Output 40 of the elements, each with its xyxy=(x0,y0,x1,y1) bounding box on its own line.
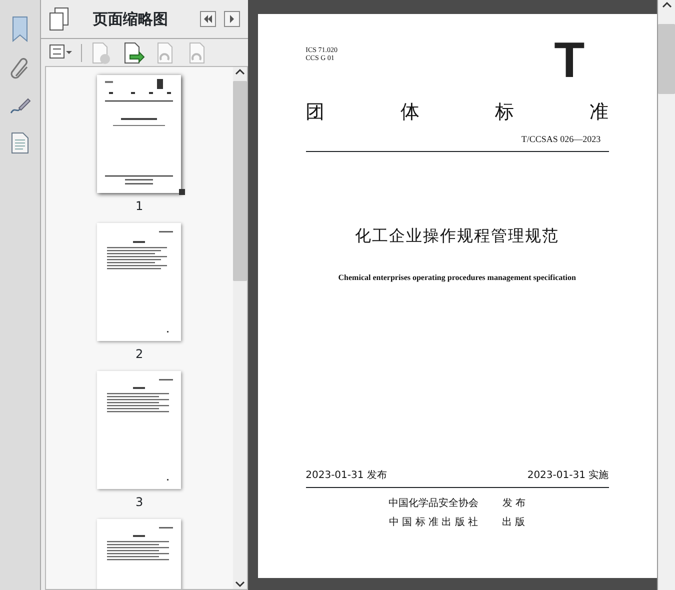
page-number-label: 2 xyxy=(135,346,144,364)
signature-pen-icon[interactable] xyxy=(8,96,31,116)
insert-page-button[interactable] xyxy=(122,40,146,65)
heading-character: 体 xyxy=(400,100,420,125)
scroll-down-icon[interactable] xyxy=(234,579,245,590)
publisher-action: 出 版 xyxy=(502,516,526,530)
scrollbar[interactable] xyxy=(657,0,675,590)
current-page-marker xyxy=(179,189,186,196)
page-number-label: 1 xyxy=(135,198,144,216)
heading-character: 标 xyxy=(494,100,514,125)
page-thumbnail-drawing[interactable] xyxy=(97,223,182,342)
play-button[interactable] xyxy=(224,11,240,28)
scroll-up-icon[interactable] xyxy=(662,0,672,10)
document-icon[interactable] xyxy=(10,132,29,154)
paperclip-icon[interactable] xyxy=(10,58,30,80)
insert-page-icon xyxy=(122,42,146,64)
page-thumbnail-drawing[interactable] xyxy=(97,75,182,194)
scroll-thumb[interactable] xyxy=(658,24,675,94)
english-title: Chemical enterprises operating procedures management specification xyxy=(338,272,576,282)
scrollbar[interactable] xyxy=(232,67,247,590)
document-title: 化工企业操作规程管理规范 xyxy=(354,224,560,246)
issue-date: 2023-01-31 发布 xyxy=(306,469,387,483)
panel-title: 页面缩略图 xyxy=(92,8,169,30)
standard-number: T/CCSAS 026—2023 xyxy=(521,134,601,142)
rewind-button[interactable] xyxy=(200,11,216,28)
scroll-thumb[interactable] xyxy=(232,81,247,282)
scroll-up-icon[interactable] xyxy=(234,67,245,78)
play-icon xyxy=(228,15,235,24)
rewind-icon xyxy=(202,15,213,24)
pages-icon xyxy=(48,7,69,32)
publisher-name: 中 国 标 准 出 版 社 xyxy=(388,516,478,530)
heading-character: 准 xyxy=(590,100,609,125)
page-number-label: 3 xyxy=(135,494,144,512)
standard-logo: T xyxy=(554,38,585,82)
publisher-action: 发 布 xyxy=(502,497,526,511)
heading-character: 团 xyxy=(306,100,325,125)
bookmark-icon[interactable] xyxy=(12,16,28,42)
publisher-name: 中国化学品安全协会 xyxy=(388,496,479,511)
effective-date: 2023-01-31 实施 xyxy=(527,468,609,483)
page-thumbnail-drawing[interactable] xyxy=(97,371,182,490)
